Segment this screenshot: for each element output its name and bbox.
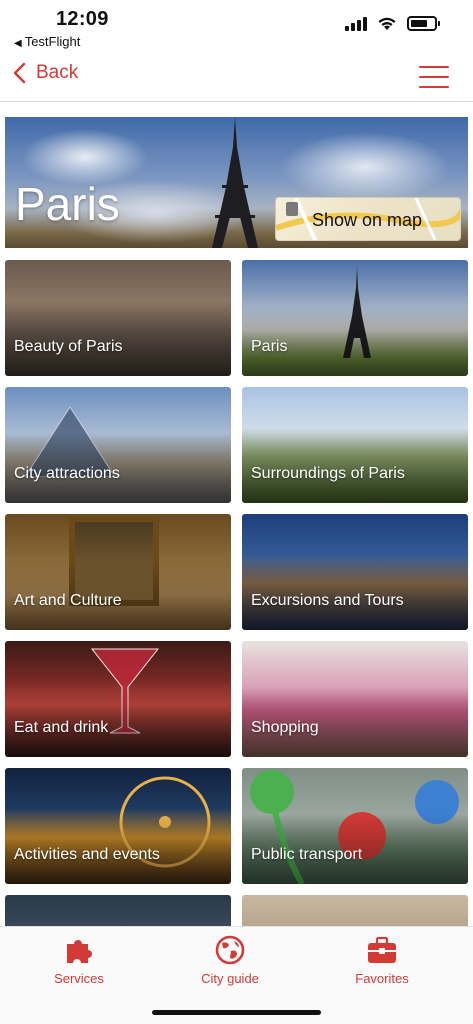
category-tile-city-attractions[interactable]: City attractions [5,387,231,503]
show-on-map-label: Show on map [312,210,423,230]
tile-label: Paris [251,338,288,355]
tile-label: Art and Culture [14,592,122,609]
show-on-map-button[interactable]: Show on map [275,197,461,241]
tile-label: Surroundings of Paris [251,465,405,482]
tab-label: Services [54,971,104,986]
back-to-app[interactable]: ◀ TestFlight [14,34,80,49]
tab-services[interactable]: Services [19,935,139,986]
navigation-bar: Back [0,52,473,102]
tab-favorites[interactable]: Favorites [322,935,442,986]
hero-banner: Paris Show on map [5,117,468,248]
tab-label: City guide [201,971,259,986]
category-tile-paris[interactable]: Paris [242,260,468,376]
cellular-signal-icon [345,16,367,31]
back-label: Back [36,62,79,83]
category-tile-excursions-and-tours[interactable]: Excursions and Tours [242,514,468,630]
clock: 12:09 [56,8,109,30]
category-tile-public-transport[interactable]: Public transport [242,768,468,884]
tile-label: Eat and drink [14,719,109,736]
category-tile-partial[interactable] [5,895,231,926]
tile-label: Beauty of Paris [14,338,123,355]
category-tile-partial[interactable] [242,895,468,926]
category-tile-art-and-culture[interactable]: Art and Culture [5,514,231,630]
eiffel-tower-illustration [212,117,258,248]
category-tile-beauty-of-paris[interactable]: Beauty of Paris [5,260,231,376]
category-tile-eat-and-drink[interactable]: Eat and drink [5,641,231,757]
tab-city-guide[interactable]: City guide [170,935,290,986]
status-icons [345,16,440,31]
category-tile-surroundings-of-paris[interactable]: Surroundings of Paris [242,387,468,503]
tab-bar: Services City guide Favorites [0,926,473,1024]
category-tile-shopping[interactable]: Shopping [242,641,468,757]
puzzle-icon [67,940,92,963]
tile-label: Shopping [251,719,319,736]
city-content[interactable]: Paris Show on map Beauty of Paris Paris … [0,103,473,926]
back-app-label: TestFlight [24,34,81,49]
category-tile-activities-and-events[interactable]: Activities and events [5,768,231,884]
battery-icon [407,16,440,31]
globe-icon [215,935,245,965]
briefcase-icon [368,936,396,963]
tab-label: Favorites [355,971,409,986]
tile-label: City attractions [14,465,120,482]
tile-label: Activities and events [14,846,160,863]
back-button[interactable]: Back [12,62,78,84]
chevron-left-icon [13,62,26,84]
city-title: Paris [15,178,120,230]
home-indicator[interactable] [152,1010,321,1015]
hamburger-menu-icon[interactable] [419,66,449,88]
tile-label: Excursions and Tours [251,592,404,609]
tile-label: Public transport [251,846,363,863]
wifi-icon [378,17,396,30]
status-bar: 12:09 ◀ TestFlight [0,0,473,52]
back-triangle-icon: ◀ [14,38,22,49]
